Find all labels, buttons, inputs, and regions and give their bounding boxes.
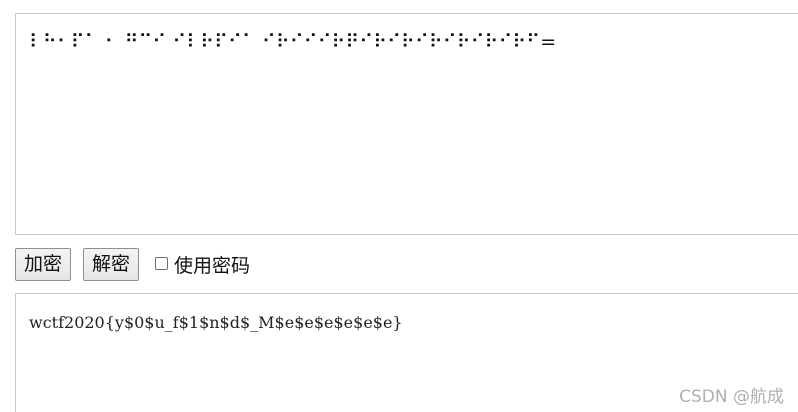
decoded-flag-text: wctf2020{y$0$u_f$1$n$d$_M$e$e$e$e$e$e} bbox=[29, 313, 403, 332]
use-password-label: 使用密码 bbox=[174, 254, 251, 277]
use-password-option[interactable]: 使用密码 bbox=[155, 251, 250, 278]
action-bar: 加密 解密 使用密码 bbox=[15, 247, 250, 281]
page: ⠇⠓⠂⠏⠁ ⠂ ⠛⠉⠊ ⠊⠇⠗⠏⠊⠁ ⠊⠗⠊⠊⠊⠗⠟⠊⠗⠊⠗⠊⠗⠊⠗⠊⠗⠊⠗⠋=… bbox=[0, 0, 798, 412]
use-password-checkbox[interactable] bbox=[155, 256, 169, 270]
decrypt-button[interactable]: 解密 bbox=[83, 247, 140, 281]
cipher-input-textarea[interactable]: ⠇⠓⠂⠏⠁ ⠂ ⠛⠉⠊ ⠊⠇⠗⠏⠊⠁ ⠊⠗⠊⠊⠊⠗⠟⠊⠗⠊⠗⠊⠗⠊⠗⠊⠗⠊⠗⠋= bbox=[15, 13, 798, 235]
braille-input-text: ⠇⠓⠂⠏⠁ ⠂ ⠛⠉⠊ ⠊⠇⠗⠏⠊⠁ ⠊⠗⠊⠊⠊⠗⠟⠊⠗⠊⠗⠊⠗⠊⠗⠊⠗⠊⠗⠋= bbox=[29, 31, 557, 53]
encrypt-button[interactable]: 加密 bbox=[15, 247, 72, 281]
csdn-watermark: CSDN @航成 bbox=[679, 387, 784, 407]
